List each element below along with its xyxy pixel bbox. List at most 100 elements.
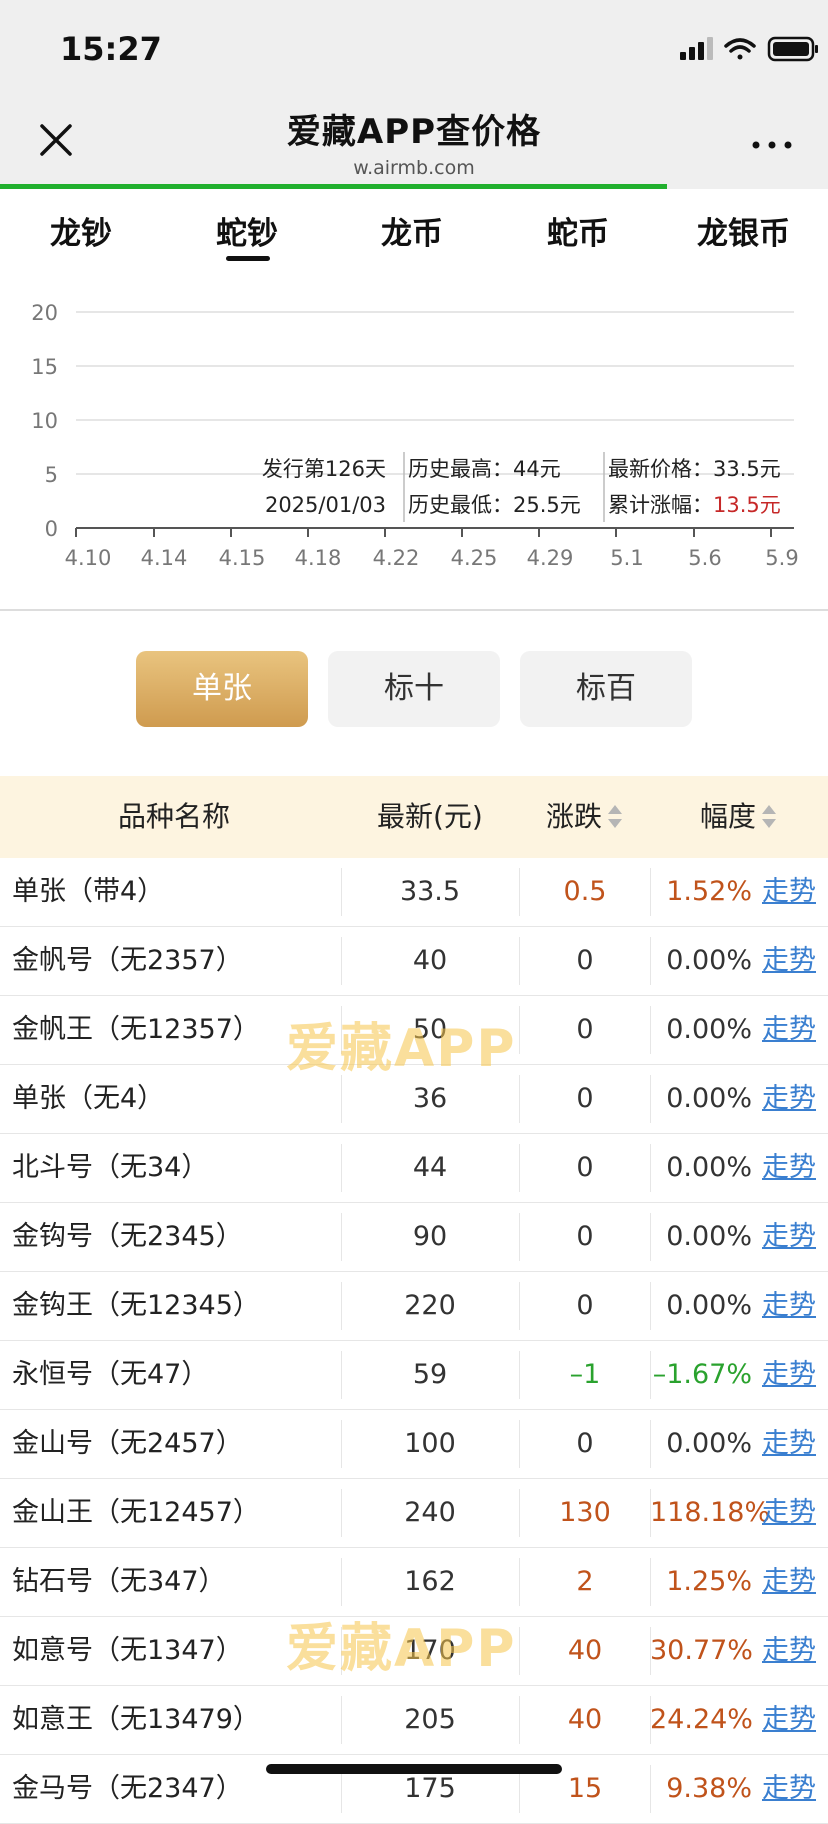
tab-she-bi[interactable]: 蛇币: [547, 208, 609, 253]
table-row: 金山号（无2457） 100 0 0.00% 走势: [0, 1410, 828, 1479]
tab-long-bi[interactable]: 龙币: [381, 208, 443, 253]
trend-link[interactable]: 走势: [762, 927, 816, 994]
price-chart[interactable]: 0 5 10 15 20 4.10 4.14 4.15 4.18 4.22 4.25 4.29 5.1 5…: [0, 270, 828, 590]
y-tick-label: 20: [31, 301, 58, 325]
trend-link[interactable]: 走势: [762, 1065, 816, 1132]
row-price: 40: [412, 945, 448, 976]
trend-link[interactable]: 走势: [762, 1479, 816, 1546]
row-name: 金马号（无2347）: [12, 1773, 243, 1804]
battery-icon: [767, 36, 818, 62]
row-change: 0.5: [563, 876, 607, 907]
row-pct: 30.77%: [650, 1635, 753, 1666]
row-price: 90: [412, 1221, 448, 1252]
trend-link[interactable]: 走势: [762, 1548, 816, 1615]
table-row: 如意王（无13479） 205 40 24.24% 走势: [0, 1686, 828, 1755]
row-price: 33.5: [399, 876, 461, 907]
chart-hist-low: 历史最低：25.5元: [408, 493, 581, 517]
table-row: 金帆号（无2357） 40 0 0.00% 走势: [0, 927, 828, 996]
trend-link[interactable]: 走势: [762, 1755, 816, 1822]
row-pct: 0.00%: [666, 945, 752, 976]
table-row: 永恒号（无47） 59 –1 –1.67% 走势: [0, 1341, 828, 1410]
category-tabs: 龙钞 蛇钞 龙币 蛇币 龙银币: [0, 196, 828, 266]
header-name: 品种名称: [118, 800, 231, 833]
row-price: 162: [404, 1566, 456, 1597]
y-tick-label: 0: [45, 517, 58, 541]
row-name: 金山王（无12457）: [12, 1497, 260, 1528]
signal-icon: [680, 37, 713, 60]
sort-icon[interactable]: [608, 805, 623, 831]
sort-icon[interactable]: [762, 805, 777, 831]
segment-hundred[interactable]: 标百: [520, 651, 692, 727]
home-indicator[interactable]: [266, 1764, 562, 1774]
segment-single[interactable]: 单张: [136, 651, 308, 727]
row-pct: 9.38%: [666, 1773, 752, 1804]
trend-link[interactable]: 走势: [762, 1617, 816, 1684]
row-change: –1: [569, 1359, 601, 1390]
row-pct: 1.25%: [666, 1566, 752, 1597]
row-change: 40: [567, 1704, 603, 1735]
x-tick-label: 4.22: [373, 546, 420, 570]
trend-link[interactable]: 走势: [762, 1272, 816, 1339]
row-change: 40: [567, 1635, 603, 1666]
chart-cum-rise: 累计涨幅：13.5元: [608, 493, 781, 517]
segment-ten[interactable]: 标十: [328, 651, 500, 727]
x-tick-label: 5.1: [610, 546, 643, 570]
trend-link[interactable]: 走势: [762, 858, 816, 925]
row-price: 220: [404, 1290, 456, 1321]
row-name: 如意王（无13479）: [12, 1704, 260, 1735]
table-header: 品种名称 最新(元) 涨跌 幅度: [0, 776, 828, 858]
x-tick-label: 4.18: [295, 546, 342, 570]
chart-hist-high: 历史最高：44元: [408, 457, 561, 481]
row-price: 100: [404, 1428, 456, 1459]
status-time: 15:27: [60, 30, 162, 68]
row-pct: 0.00%: [666, 1152, 752, 1183]
row-pct: 0.00%: [666, 1221, 752, 1252]
chart-cum-rise-value: 13.5元: [713, 493, 781, 517]
row-pct: 24.24%: [650, 1704, 753, 1735]
page-title: 爱藏APP查价格: [286, 112, 542, 152]
chart-issue-day: 发行第126天: [262, 457, 386, 481]
active-tab-indicator: [226, 256, 270, 261]
tab-she-chao[interactable]: 蛇钞: [216, 208, 278, 253]
tab-long-yin-bi[interactable]: 龙银币: [697, 208, 790, 253]
row-name: 永恒号（无47）: [12, 1359, 209, 1390]
more-icon[interactable]: [750, 136, 794, 149]
trend-link[interactable]: 走势: [762, 1410, 816, 1477]
row-change: 0: [576, 1428, 594, 1459]
trend-link[interactable]: 走势: [762, 1341, 816, 1408]
row-pct: 0.00%: [666, 1428, 752, 1459]
header-price: 最新(元): [377, 800, 483, 833]
tab-long-chao[interactable]: 龙钞: [50, 208, 112, 253]
row-pct: 0.00%: [666, 1014, 752, 1045]
row-name: 单张（无4）: [12, 1083, 165, 1114]
chart-issue-date: 2025/01/03: [265, 493, 386, 517]
y-tick-label: 10: [31, 409, 58, 433]
row-pct: 1.52%: [666, 876, 752, 907]
trend-link[interactable]: 走势: [762, 996, 816, 1063]
row-pct: 118.18%: [650, 1497, 771, 1528]
row-pct: –1.67%: [652, 1359, 752, 1390]
page-url: w.airmb.com: [353, 157, 475, 179]
x-tick-label: 4.15: [219, 546, 266, 570]
status-icons: [628, 34, 828, 64]
table-row: 单张（带4） 33.5 0.5 1.52% 走势: [0, 858, 828, 927]
header-pct[interactable]: 幅度: [700, 776, 777, 858]
header-change-label: 涨跌: [546, 800, 603, 833]
trend-link[interactable]: 走势: [762, 1134, 816, 1201]
row-change: 0: [576, 1221, 594, 1252]
x-tick-label: 5.9: [765, 546, 798, 570]
trend-link[interactable]: 走势: [762, 1686, 816, 1753]
row-name: 金帆王（无12357）: [12, 1014, 260, 1045]
header-change[interactable]: 涨跌: [546, 776, 623, 858]
row-name: 金钩号（无2345）: [12, 1221, 243, 1252]
header-pct-label: 幅度: [700, 800, 757, 833]
x-tick-label: 4.29: [527, 546, 574, 570]
row-name: 钻石号（无347）: [12, 1566, 226, 1597]
row-price: 240: [404, 1497, 456, 1528]
row-change: 0: [576, 1014, 594, 1045]
table-row: 金钩号（无2345） 90 0 0.00% 走势: [0, 1203, 828, 1272]
y-tick-label: 15: [31, 355, 58, 379]
load-progress-bar: [0, 184, 828, 189]
trend-link[interactable]: 走势: [762, 1203, 816, 1270]
chart-cum-rise-label: 累计涨幅：: [608, 493, 713, 517]
